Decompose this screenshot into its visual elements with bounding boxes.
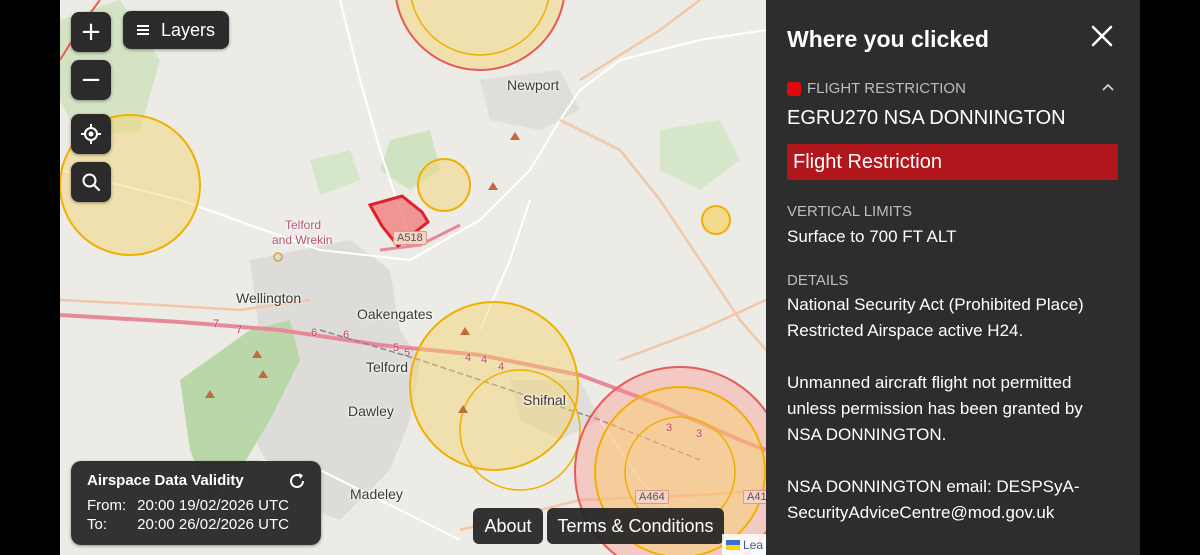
locate-button[interactable] — [71, 114, 111, 154]
close-icon[interactable] — [1090, 24, 1114, 48]
place-label-newport: Newport — [507, 77, 560, 93]
zoom-in-button[interactable]: + — [71, 12, 111, 52]
validity-to-value: 20:00 26/02/2026 UTC — [137, 516, 289, 533]
validity-title: Airspace Data Validity — [87, 472, 244, 489]
details-line: Restricted Airspace active H24. — [787, 321, 1024, 340]
motorway-number: 4 — [481, 354, 488, 366]
road-label-a41: A41 — [743, 490, 766, 504]
airspace-validity-card: Airspace Data Validity From: 20:00 19/02… — [71, 461, 321, 545]
motorway-number: 4 — [465, 352, 472, 364]
motorway-number: 6 — [343, 329, 350, 341]
category-row: FLIGHT RESTRICTION — [787, 80, 966, 97]
search-icon — [82, 173, 101, 192]
refresh-icon[interactable] — [287, 471, 307, 491]
layers-button[interactable]: Layers — [123, 11, 229, 49]
motorway-number: 7 — [213, 318, 220, 330]
place-label-oakengates: Oakengates — [357, 306, 433, 322]
details-line: Unmanned aircraft flight not permitted — [787, 373, 1072, 392]
motorway-number: 7 — [236, 324, 243, 336]
zoom-out-icon: − — [80, 65, 102, 95]
validity-from-label: From: — [87, 497, 127, 514]
ukraine-flag-icon — [726, 539, 740, 550]
place-label-madeley: Madeley — [350, 486, 403, 502]
motorway-number: 5 — [404, 347, 411, 359]
motorway-number: 3 — [696, 428, 703, 440]
road-label-a464: A464 — [635, 490, 669, 504]
details-email[interactable]: SecurityAdviceCentre@mod.gov.uk — [787, 500, 1127, 526]
details-line: National Security Act (Prohibited Place) — [787, 295, 1084, 314]
chevron-up-icon[interactable] — [1101, 82, 1115, 92]
map-attribution[interactable]: Lea — [722, 534, 766, 555]
place-label-telford-wrekin: Telford — [285, 218, 322, 232]
airspace-name: EGRU270 NSA DONNINGTON — [787, 107, 1066, 129]
motorway-number: 6 — [311, 327, 318, 339]
details-line: unless permission has been granted by — [787, 399, 1083, 418]
about-button[interactable]: About — [473, 508, 543, 544]
motorway-number: 3 — [666, 422, 673, 434]
restriction-badge: Flight Restriction — [787, 144, 1118, 180]
panel-title: Where you clicked — [787, 26, 989, 52]
place-label-wellington: Wellington — [236, 290, 302, 306]
validity-from-row: From: 20:00 19/02/2026 UTC — [87, 497, 289, 514]
road-label-a518: A518 — [393, 231, 427, 245]
place-label-shifnal: Shifnal — [523, 392, 566, 408]
zoom-out-button[interactable]: − — [71, 60, 111, 100]
info-panel: Where you clicked FLIGHT RESTRICTION EGR… — [766, 0, 1140, 555]
screen-edge — [1140, 0, 1200, 555]
place-label-dawley: Dawley — [348, 403, 394, 419]
attribution-text: Lea — [743, 537, 764, 552]
vertical-limits-label: VERTICAL LIMITS — [787, 203, 913, 220]
category-color-icon — [787, 81, 801, 96]
locate-icon — [81, 124, 101, 144]
map-view[interactable]: Newport Telford and Wrekin Wellington Oa… — [60, 0, 766, 555]
search-button[interactable] — [71, 162, 111, 202]
validity-from-value: 20:00 19/02/2026 UTC — [137, 497, 289, 514]
terms-button[interactable]: Terms & Conditions — [547, 508, 724, 544]
place-label-telford-wrekin-2: and Wrekin — [272, 233, 333, 247]
place-label-telford: Telford — [366, 359, 409, 375]
motorway-number: 5 — [393, 342, 400, 354]
app-screen: Newport Telford and Wrekin Wellington Oa… — [0, 0, 1200, 555]
validity-to-label: To: — [87, 516, 108, 533]
layers-label: Layers — [161, 19, 216, 40]
category-label: FLIGHT RESTRICTION — [807, 80, 966, 97]
validity-to-row: To: 20:00 26/02/2026 UTC — [87, 516, 289, 533]
zoom-in-icon: + — [80, 17, 102, 47]
vertical-limits-value: Surface to 700 FT ALT — [787, 227, 957, 246]
details-line: NSA DONNINGTON email: DESPSyA- — [787, 477, 1080, 496]
details-label: DETAILS — [787, 272, 849, 289]
details-line: NSA DONNINGTON. — [787, 425, 947, 444]
motorway-number: 4 — [498, 361, 505, 373]
menu-icon — [137, 25, 149, 35]
